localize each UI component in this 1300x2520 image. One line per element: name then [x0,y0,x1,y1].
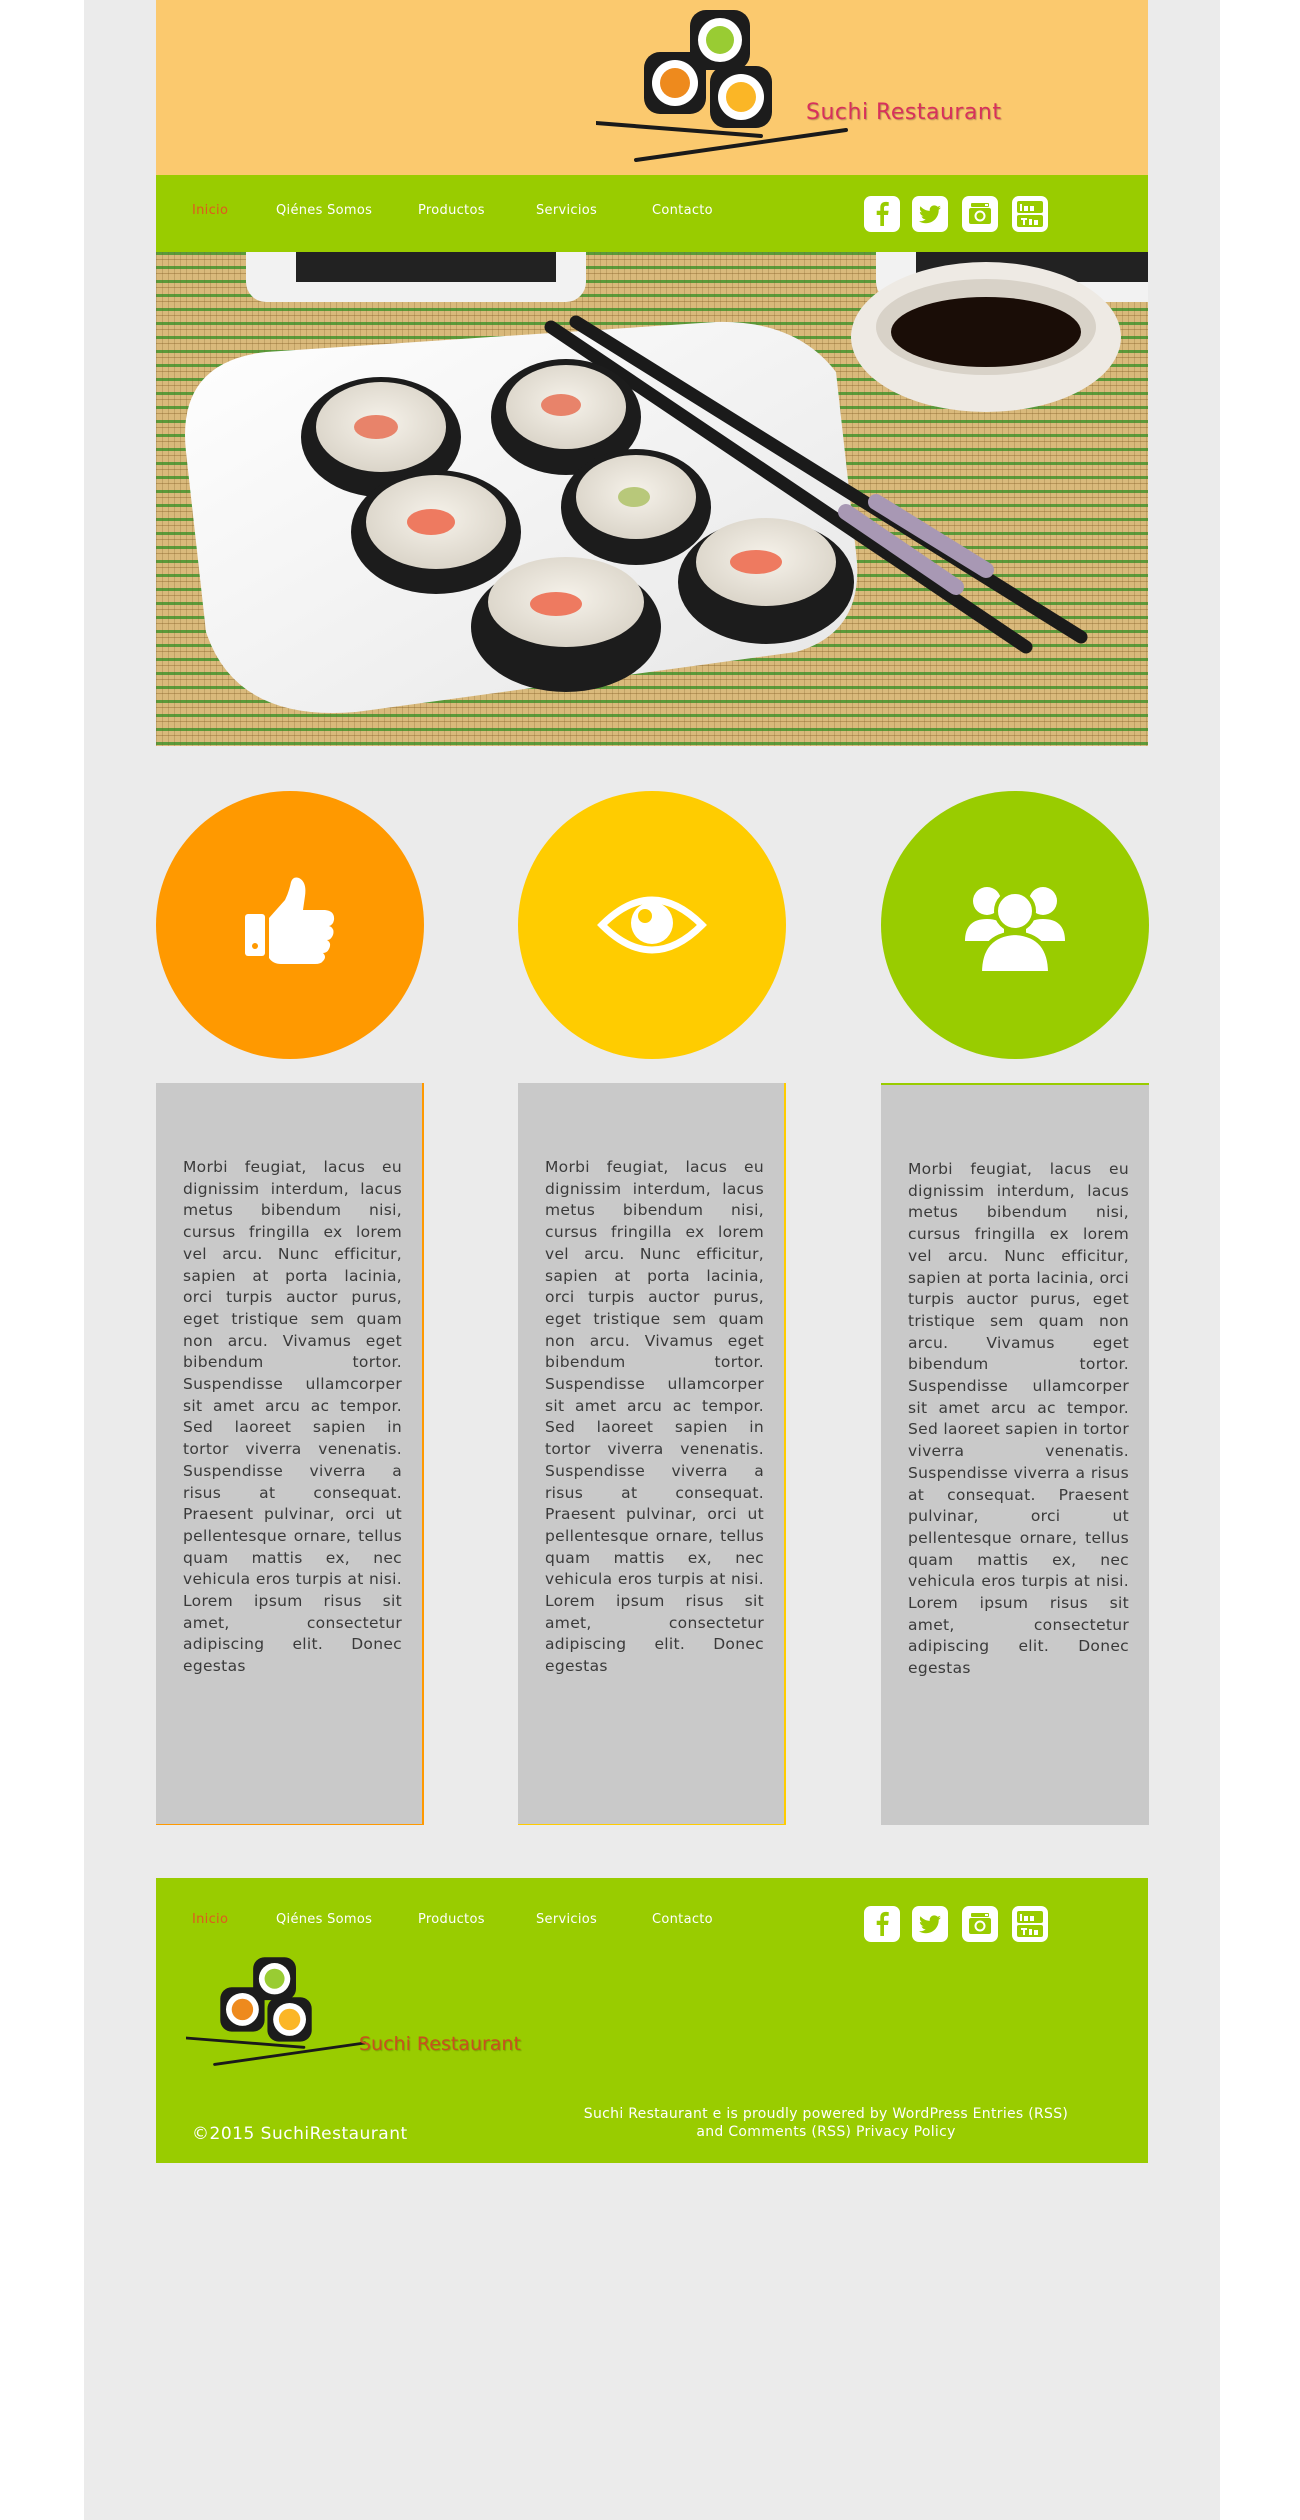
nav-item-servicios[interactable]: Servicios [536,203,597,218]
nav-item-contacto[interactable]: Contacto [652,203,713,218]
footer-nav-productos[interactable]: Productos [418,1912,485,1927]
main-nav: Inicio Qiénes Somos Productos Servicios … [156,175,1148,252]
feature-circle-vision [518,791,786,1059]
facebook-icon[interactable] [864,1906,900,1942]
users-icon [965,887,1065,975]
powered-line-1[interactable]: Suchi Restaurant e is proudly powered by… [556,2105,1096,2123]
feature-circle-like [156,791,424,1059]
site-header: Suchi Restaurant [156,0,1148,175]
youtube-icon[interactable] [1012,196,1048,232]
nav-item-productos[interactable]: Productos [418,203,485,218]
footer-nav-contacto[interactable]: Contacto [652,1912,713,1927]
feature-circle-team [881,791,1149,1059]
brand-name: Suchi Restaurant [806,100,1002,125]
eye-icon [597,896,707,954]
column-text: Morbi feugiat, lacus eu dignissim interd… [183,1158,402,1676]
sushi-logo-icon [594,10,848,162]
sushi-logo-icon [184,1957,366,2066]
column-text: Morbi feugiat, lacus eu dignissim interd… [545,1158,764,1676]
hero-sushi-image [156,252,1148,746]
powered-by-text: Suchi Restaurant e is proudly powered by… [556,2105,1096,2141]
nav-item-quienes-somos[interactable]: Qiénes Somos [276,203,372,218]
footer-nav-servicios[interactable]: Servicios [536,1912,597,1927]
facebook-icon[interactable] [864,196,900,232]
instagram-icon[interactable] [962,1906,998,1942]
twitter-icon[interactable] [912,1906,948,1942]
footer-logo[interactable] [184,1953,386,2073]
column-text: Morbi feugiat, lacus eu dignissim interd… [908,1160,1129,1678]
copyright-text: ©2015 SuchiRestaurant [192,2124,408,2144]
text-column-3: Morbi feugiat, lacus eu dignissim interd… [881,1083,1149,1825]
instagram-icon[interactable] [962,196,998,232]
site-logo[interactable]: Suchi Restaurant [594,8,1001,168]
footer-nav-inicio[interactable]: Inicio [192,1912,228,1927]
footer-nav-quienes-somos[interactable]: Qiénes Somos [276,1912,372,1927]
site-footer: Inicio Qiénes Somos Productos Servicios … [156,1878,1148,2163]
footer-brand-name: Suchi Restaurant [359,2033,521,2055]
thumbs-up-icon [245,877,335,964]
youtube-icon[interactable] [1012,1906,1048,1942]
twitter-icon[interactable] [912,196,948,232]
text-column-1: Morbi feugiat, lacus eu dignissim interd… [156,1083,424,1825]
nav-item-inicio[interactable]: Inicio [192,203,228,218]
text-column-2: Morbi feugiat, lacus eu dignissim interd… [518,1083,786,1825]
powered-line-2[interactable]: and Comments (RSS) Privacy Policy [556,2123,1096,2141]
